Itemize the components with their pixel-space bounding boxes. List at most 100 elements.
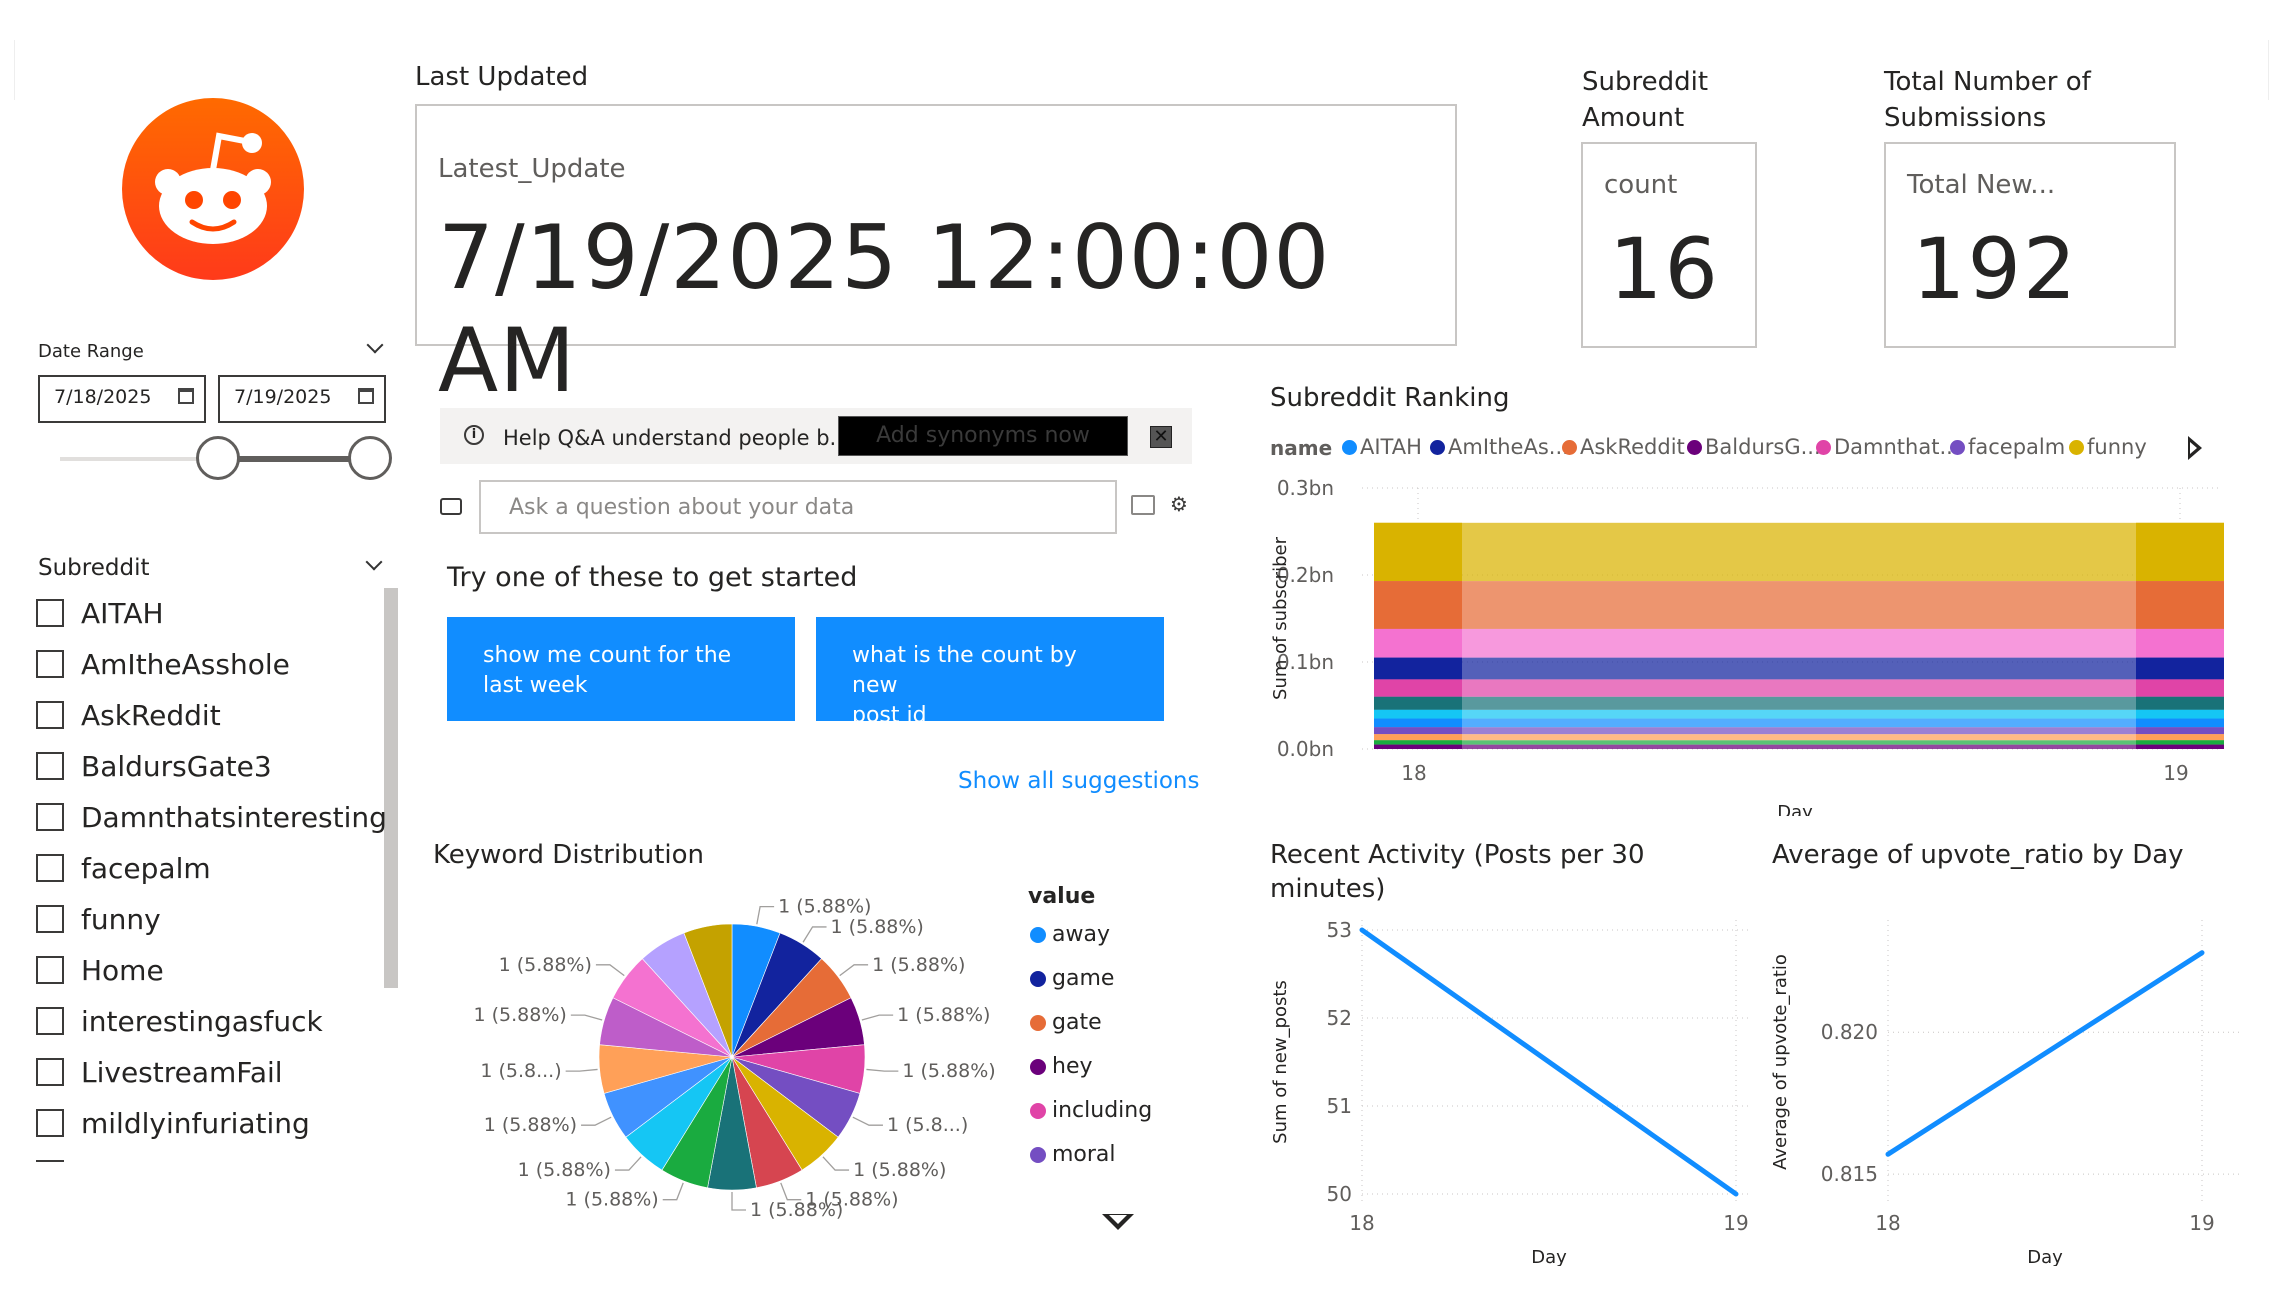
date-end-input[interactable]: 7/19/2025 xyxy=(218,375,386,423)
subreddit-amount-card[interactable]: count 16 xyxy=(1581,142,1757,348)
pie-leader-line xyxy=(565,1068,598,1072)
legend-marker xyxy=(1030,1146,1046,1163)
close-icon[interactable]: ✕ xyxy=(1150,426,1172,448)
last-updated-card[interactable]: Latest_Update 7/19/2025 12:00:00 AM xyxy=(415,104,1457,412)
ranking-legend-item[interactable]: AskReddit xyxy=(1562,435,1685,459)
checkbox[interactable] xyxy=(36,1058,64,1086)
share-icon[interactable] xyxy=(1131,495,1155,515)
checkbox[interactable] xyxy=(36,650,64,678)
subreddit-option[interactable]: AmItheAsshole xyxy=(36,647,290,681)
ranking-legend-item[interactable]: AmItheAs... xyxy=(1430,435,1569,459)
legend-marker xyxy=(1342,439,1357,455)
gear-icon[interactable]: ⚙ xyxy=(1170,494,1190,514)
area-band-edge xyxy=(2136,696,2224,710)
upvote-ratio-chart[interactable]: 0.820 0.815 18 19 Day Average of upvote_ratio xyxy=(1770,906,2250,1266)
subreddit-option-label: facepalm xyxy=(81,851,211,885)
pie-data-label: 1 (5.88%) xyxy=(853,1159,946,1181)
recent-activity-title-line2: minutes) xyxy=(1270,874,1386,904)
legend-scroll-down-icon-inner xyxy=(1109,1215,1127,1224)
checkbox[interactable] xyxy=(36,905,64,933)
calendar-icon[interactable] xyxy=(358,388,374,404)
pie-leader-line xyxy=(614,1156,642,1171)
x-axis-title: Day xyxy=(2027,1247,2063,1266)
ranking-legend-item[interactable]: facepalm xyxy=(1950,435,2065,459)
ranking-legend-item[interactable]: Damnthat... xyxy=(1816,435,1959,459)
legend-label: Damnthat... xyxy=(1834,435,1960,459)
subreddit-option[interactable]: interestingasfuck xyxy=(36,1004,323,1038)
pie-legend-item[interactable]: moral xyxy=(1030,1142,1116,1167)
recent-activity-chart[interactable]: 53 52 51 50 18 19 Day Sum of new_posts xyxy=(1270,906,1760,1266)
total-submissions-title: Total Number of Submissions xyxy=(1884,64,2091,136)
pie-leader-line xyxy=(662,1182,684,1201)
chevron-down-icon[interactable] xyxy=(365,553,383,571)
area-band-edge xyxy=(2136,581,2224,629)
legend-label: AskReddit xyxy=(1580,435,1685,459)
pie-legend-item[interactable]: gate xyxy=(1030,1010,1102,1035)
ranking-legend-item[interactable]: BaldursG... xyxy=(1687,435,1821,459)
pie-data-label: 1 (5.88%) xyxy=(499,954,592,976)
total-submissions-card[interactable]: Total New... 192 xyxy=(1884,142,2176,348)
date-slider-start-handle[interactable] xyxy=(196,436,240,480)
area-band-edge xyxy=(1374,696,1462,710)
calendar-icon[interactable] xyxy=(178,388,194,404)
checkbox[interactable] xyxy=(36,599,64,627)
date-start-input[interactable]: 7/18/2025 xyxy=(38,375,206,423)
pie-data-label: 1 (5.88%) xyxy=(902,1060,995,1082)
qa-question-input[interactable]: Ask a question about your data xyxy=(479,480,1117,534)
suggestion-button[interactable]: what is the count by new post id xyxy=(816,617,1164,728)
pie-data-label: 1 (5.88%) xyxy=(518,1159,611,1181)
checkbox[interactable] xyxy=(36,701,64,729)
pie-legend-item[interactable]: away xyxy=(1030,922,1110,947)
keyword-pie-chart[interactable]: 1 (5.88%)1 (5.88%)1 (5.88%)1 (5.88%)1 (5… xyxy=(470,880,1030,1240)
legend-marker xyxy=(1030,1102,1046,1119)
show-all-suggestions-link[interactable]: Show all suggestions xyxy=(958,768,1200,794)
ranking-legend-item[interactable]: funny xyxy=(2069,435,2147,459)
y-tick-label: 0.0bn xyxy=(1277,737,1334,761)
checkbox[interactable] xyxy=(36,803,64,831)
area-band-edge xyxy=(2136,679,2224,697)
subreddit-option[interactable]: facepalm xyxy=(36,851,211,885)
subreddit-option[interactable]: AskReddit xyxy=(36,698,221,732)
pie-leader-line xyxy=(756,905,775,925)
qa-prompt: Try one of these to get started xyxy=(447,562,858,593)
legend-label: AITAH xyxy=(1360,435,1422,459)
subreddit-option[interactable]: mildlyinfuriating xyxy=(36,1106,310,1140)
pie-leader-line xyxy=(861,1014,894,1021)
checkbox[interactable] xyxy=(36,956,64,984)
add-synonyms-button[interactable]: Add synonyms now xyxy=(838,416,1128,456)
subreddit-option[interactable]: LivestreamFail xyxy=(36,1055,283,1089)
subreddit-option[interactable]: funny xyxy=(36,902,161,936)
y-tick-label: 0.815 xyxy=(1821,1162,1878,1186)
subreddit-ranking-chart[interactable]: 0.3bn0.2bn0.1bn0.0bn18 19DaySum of subscr… xyxy=(1270,466,2230,816)
checkbox[interactable] xyxy=(36,752,64,780)
subreddit-option[interactable]: BaldursGate3 xyxy=(36,749,272,783)
x-tick-label: 18 xyxy=(1349,1211,1374,1235)
date-slider-end-handle[interactable] xyxy=(348,436,392,480)
y-tick-label: 51 xyxy=(1327,1094,1352,1118)
area-band-edge xyxy=(1374,657,1462,680)
area-band-edge xyxy=(2136,628,2224,658)
ranking-legend-title: name xyxy=(1270,436,1333,460)
area-band-edge xyxy=(1374,740,1462,745)
subreddit-option[interactable]: AITAH xyxy=(36,596,164,630)
subreddit-option[interactable]: Home xyxy=(36,953,164,987)
chevron-down-icon[interactable] xyxy=(366,336,384,354)
date-start-value: 7/18/2025 xyxy=(54,386,152,408)
legend-label: gate xyxy=(1052,1010,1102,1035)
pie-legend-item[interactable]: game xyxy=(1030,966,1114,991)
area-band xyxy=(1374,696,2224,710)
ranking-legend-item[interactable]: AITAH xyxy=(1342,435,1422,459)
upvote-ratio-title: Average of upvote_ratio by Day xyxy=(1772,840,2184,870)
legend-marker xyxy=(1687,439,1702,455)
subreddit-option[interactable]: Damnthatsinteresting xyxy=(36,800,387,834)
suggestion-button[interactable]: show me count for the last week xyxy=(447,617,795,721)
checkbox[interactable] xyxy=(36,1109,64,1137)
pie-legend-item[interactable]: hey xyxy=(1030,1054,1093,1079)
legend-marker xyxy=(1030,926,1046,943)
area-band-edge xyxy=(1374,581,1462,629)
legend-next-icon-inner xyxy=(2190,442,2197,454)
checkbox[interactable] xyxy=(36,1007,64,1035)
checkbox[interactable] xyxy=(36,854,64,882)
pie-legend-item[interactable]: including xyxy=(1030,1098,1152,1123)
subreddit-slicer-scrollbar[interactable] xyxy=(384,588,398,988)
